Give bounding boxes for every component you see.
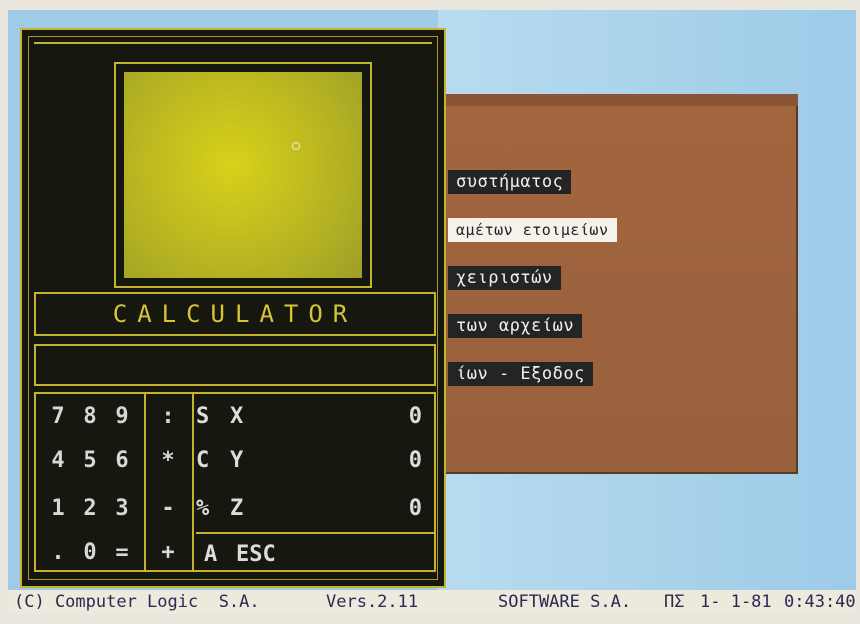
menu-item-operators[interactable]: χειριστών [448,266,561,290]
key-0[interactable]: 0 [78,540,102,565]
register-z-label: Z [230,496,244,521]
key-5[interactable]: 5 [78,448,102,473]
copyright-text: (C) Computer Logic S.A. [14,592,260,612]
calculator-title: CALCULATOR [112,300,358,328]
register-x-value: 0 [408,404,422,429]
key-6[interactable]: 6 [110,448,134,473]
time-text: 0:43:40 [784,592,856,612]
menu-item-files[interactable]: των αρχείων [448,314,583,338]
escape-button[interactable]: ESC [236,542,276,567]
key-3[interactable]: 3 [110,496,134,521]
register-z-value: 0 [408,496,422,521]
key-a[interactable]: A [204,542,217,567]
calculator-title-box: CALCULATOR [34,292,436,336]
key-9[interactable]: 9 [110,404,134,429]
keypad-divider-1 [144,394,146,570]
key-divide[interactable]: : [156,404,180,429]
calculator-input-line[interactable] [34,344,436,386]
key-7[interactable]: 7 [46,404,70,429]
cursor-dot [292,142,300,150]
menu-item-selected[interactable]: αμέτων ετοιμείων [448,218,617,242]
register-op-percent[interactable]: % [196,496,209,521]
day-text: ΠΣ [664,592,685,612]
date-text: 1- 1-81 [700,592,772,612]
escape-row: A ESC [196,532,434,574]
key-add[interactable]: + [156,540,180,565]
calculator-window: CALCULATOR 7 8 9 : 4 5 6 * 1 2 3 - . 0 =… [20,28,446,588]
menu-item-exit[interactable]: ίων - Εξοδος [448,362,593,386]
menu-item-system[interactable]: συστήματος [448,170,572,194]
key-decimal[interactable]: . [46,540,70,565]
key-4[interactable]: 4 [46,448,70,473]
key-2[interactable]: 2 [78,496,102,521]
company-text: SOFTWARE S.A. [498,592,632,612]
register-y-label: Y [230,448,244,473]
version-text: Vers.2.11 [326,592,419,612]
calculator-keypad: 7 8 9 : 4 5 6 * 1 2 3 - . 0 = + S X 0 C … [34,392,436,572]
calculator-top-rule [34,42,432,44]
key-multiply[interactable]: * [156,448,180,473]
screen: συστήματος αμέτων ετοιμείων χειριστών τω… [8,10,856,614]
menu-window-topbar [388,94,798,106]
keypad-divider-2 [192,394,194,570]
register-op-s[interactable]: S [196,404,209,429]
status-bar: (C) Computer Logic S.A. Vers.2.11 SOFTWA… [8,590,856,614]
key-8[interactable]: 8 [78,404,102,429]
calculator-display [124,72,362,278]
key-subtract[interactable]: - [156,496,180,521]
register-x-label: X [230,404,244,429]
main-menu-window: συστήματος αμέτων ετοιμείων χειριστών τω… [388,94,798,474]
key-equals[interactable]: = [110,540,134,565]
calculator-display-frame [114,62,372,288]
register-y-value: 0 [408,448,422,473]
key-1[interactable]: 1 [46,496,70,521]
register-op-c[interactable]: C [196,448,209,473]
